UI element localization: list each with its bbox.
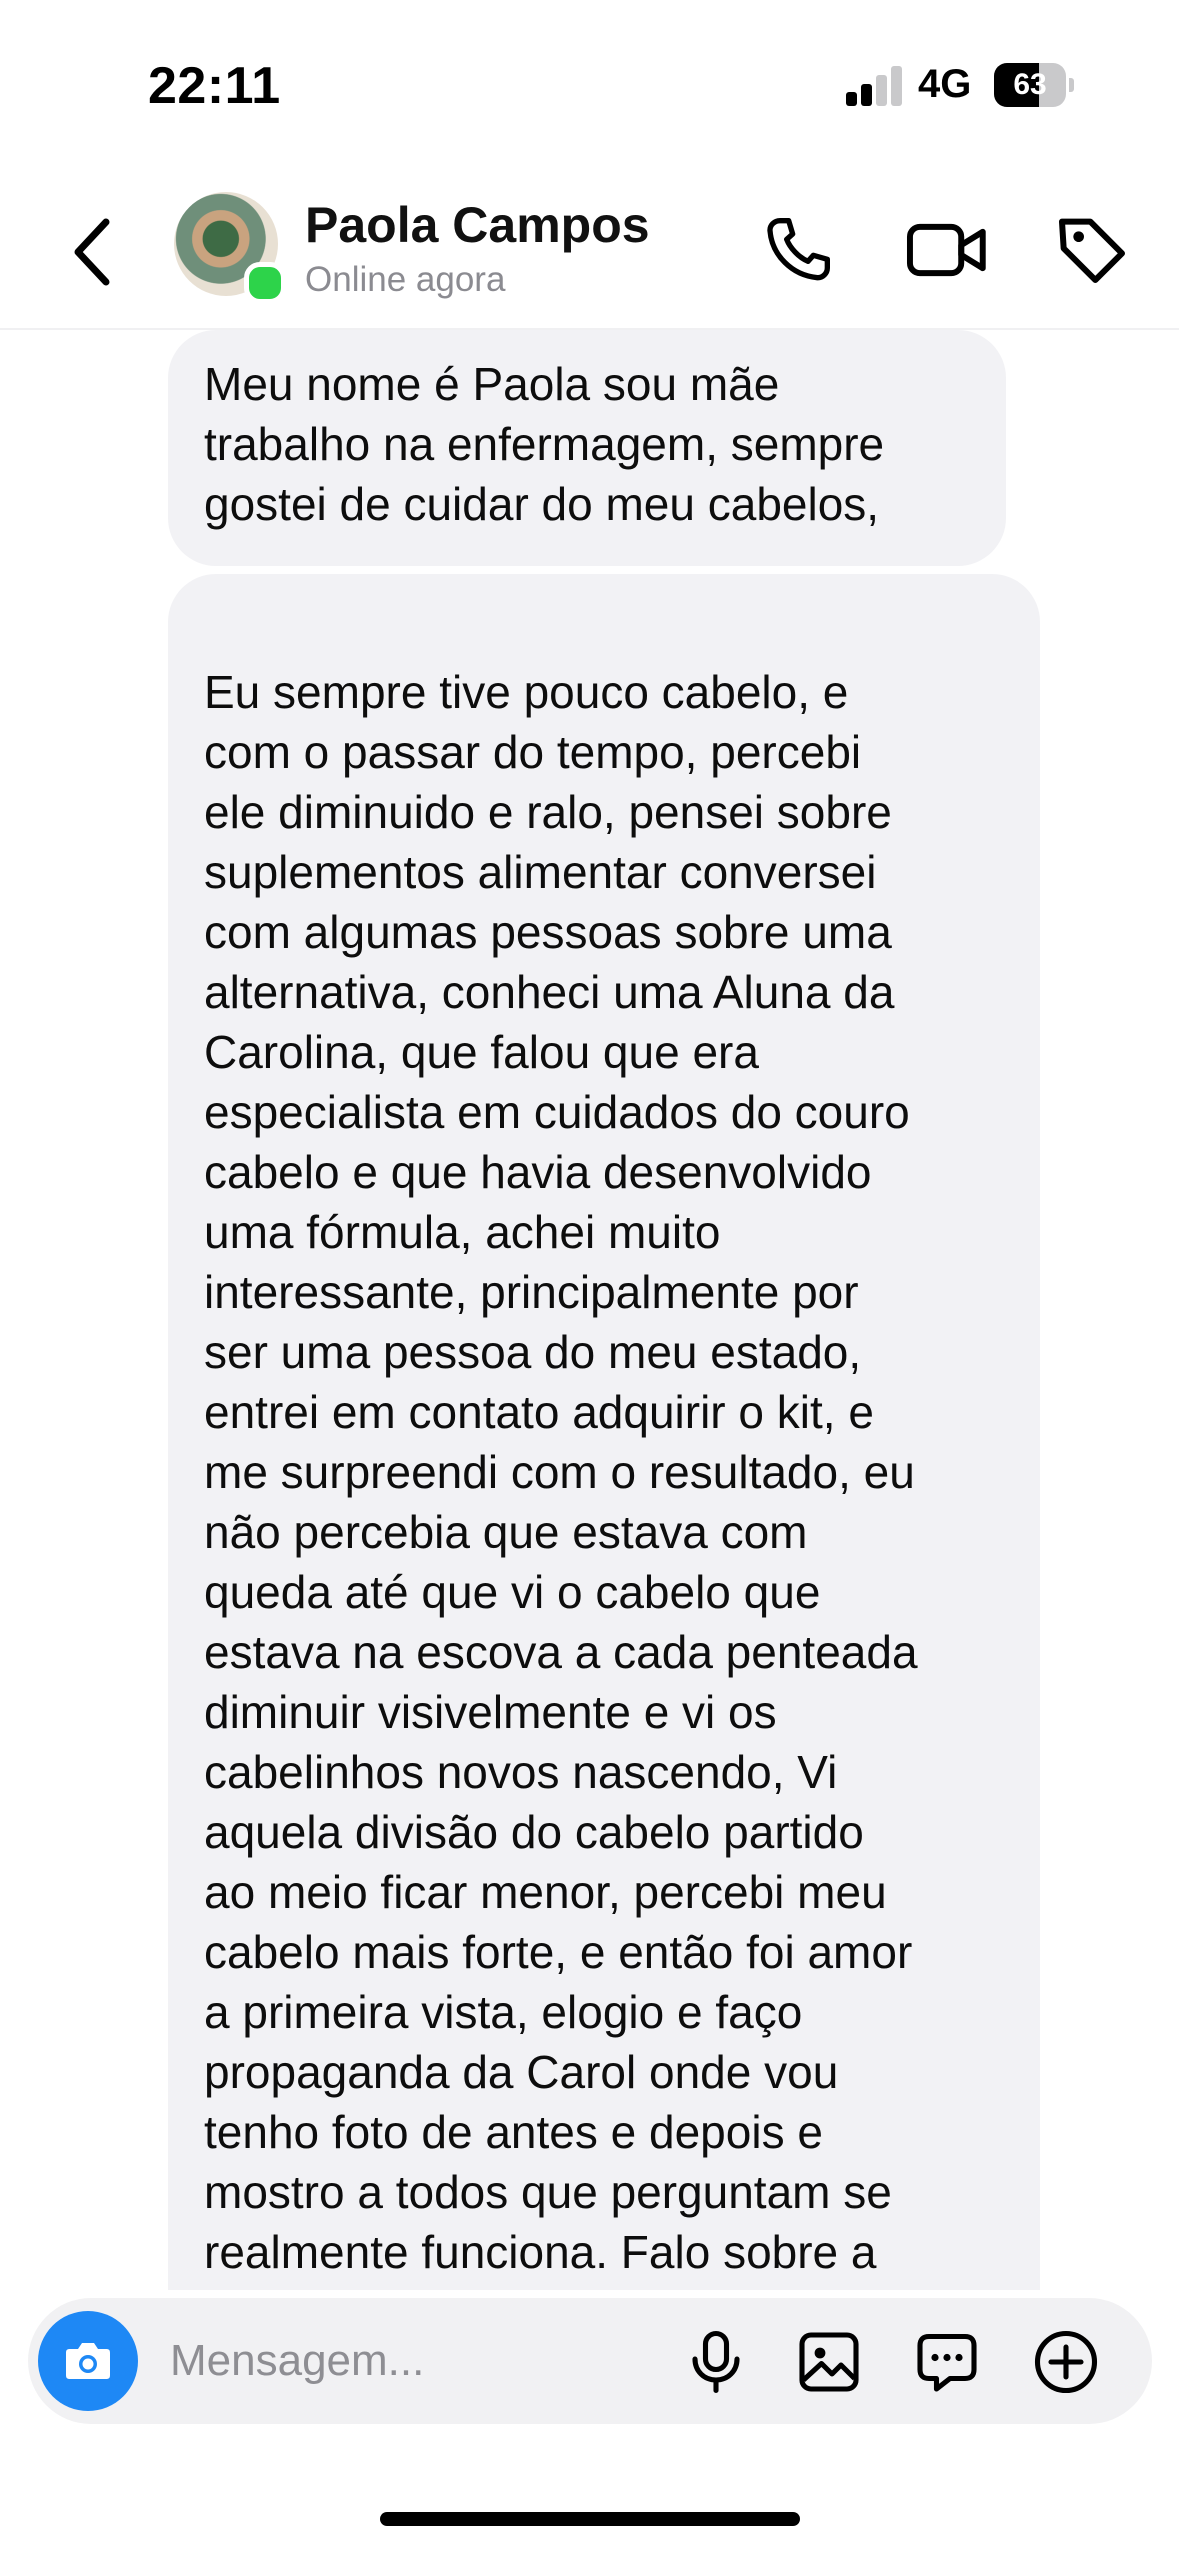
battery-icon: 63 (994, 63, 1074, 107)
message-line: ele diminuido e ralo, pensei sobre (204, 786, 892, 838)
message-bubble[interactable]: Eu sempre tive pouco cabelo, e com o pass… (168, 574, 1040, 2294)
message-line: tenho foto de antes e depois e (204, 2106, 823, 2158)
sticker-chat-icon[interactable] (911, 2326, 983, 2398)
message-line: não percebia que estava com (204, 1506, 808, 1558)
back-chevron-icon[interactable] (64, 212, 124, 292)
presence-status: Online agora (305, 260, 506, 299)
message-line: a primeira vista, elogio e faço (204, 1986, 803, 2038)
message-line: diminuir visivelmente e vi os (204, 1686, 777, 1738)
status-time: 22:11 (148, 57, 281, 115)
message-line: cabelo e que havia desenvolvido (204, 1146, 872, 1198)
message-line: cabelinhos novos nascendo, Vi (204, 1746, 838, 1798)
message-line: aquela divisão do cabelo partido (204, 1806, 864, 1858)
message-line: ser uma pessoa do meu estado, (204, 1326, 862, 1378)
message-line: queda até que vi o cabelo que (204, 1566, 821, 1618)
message-line: alternativa, conheci uma Aluna da (204, 966, 895, 1018)
message-line: cabelo mais forte, e então foi amor (204, 1926, 913, 1978)
message-line: gostei de cuidar do meu cabelos, (204, 478, 880, 530)
message-line: estava na escova a cada penteada (204, 1626, 918, 1678)
cellular-signal-icon (846, 66, 904, 106)
message-line (204, 602, 1014, 662)
message-input[interactable]: Mensagem... (170, 2336, 424, 2386)
plus-circle-icon[interactable] (1030, 2326, 1102, 2398)
message-line: especialista em cuidados do couro (204, 1086, 910, 1138)
message-line: com o passar do tempo, percebi (204, 726, 862, 778)
message-composer: Mensagem... (28, 2298, 1152, 2424)
chat-header: Paola Campos Online agora (0, 170, 1179, 330)
video-camera-icon[interactable] (905, 210, 991, 290)
online-status-dot (244, 262, 286, 304)
message-line: suplementos alimentar conversei (204, 846, 877, 898)
message-line: uma fórmula, achei muito (204, 1206, 721, 1258)
image-icon[interactable] (793, 2326, 865, 2398)
message-line: interessante, principalmente por (204, 1266, 859, 1318)
contact-name[interactable]: Paola Campos (305, 196, 650, 254)
message-line: Meu nome é Paola sou mãe (204, 358, 780, 410)
message-line: mostro a todos que perguntam se (204, 2166, 892, 2218)
message-line: com algumas pessoas sobre uma (204, 906, 892, 958)
tag-icon[interactable] (1052, 210, 1132, 290)
message-line: ao meio ficar menor, percebi meu (204, 1866, 887, 1918)
status-bar: 22:11 4G 63 (0, 0, 1179, 160)
message-line: entrei em contato adquirir o kit, e (204, 1386, 874, 1438)
message-line: Eu sempre tive pouco cabelo, e (204, 666, 849, 718)
camera-icon[interactable] (38, 2311, 138, 2411)
message-line: me surpreendi com o resultado, eu (204, 1446, 915, 1498)
battery-percent: 63 (1013, 68, 1047, 101)
message-line: Carolina, que falou que era (204, 1026, 759, 1078)
message-line: realmente funciona. Falo sobre a (204, 2226, 877, 2278)
home-indicator (380, 2512, 800, 2526)
microphone-icon[interactable] (680, 2326, 752, 2398)
message-line: propaganda da Carol onde vou (204, 2046, 839, 2098)
network-type: 4G (918, 62, 972, 106)
message-bubble[interactable]: Meu nome é Paola sou mãe trabalho na enfe… (168, 330, 1006, 566)
message-line: trabalho na enfermagem, sempre (204, 418, 885, 470)
phone-icon[interactable] (758, 210, 838, 290)
